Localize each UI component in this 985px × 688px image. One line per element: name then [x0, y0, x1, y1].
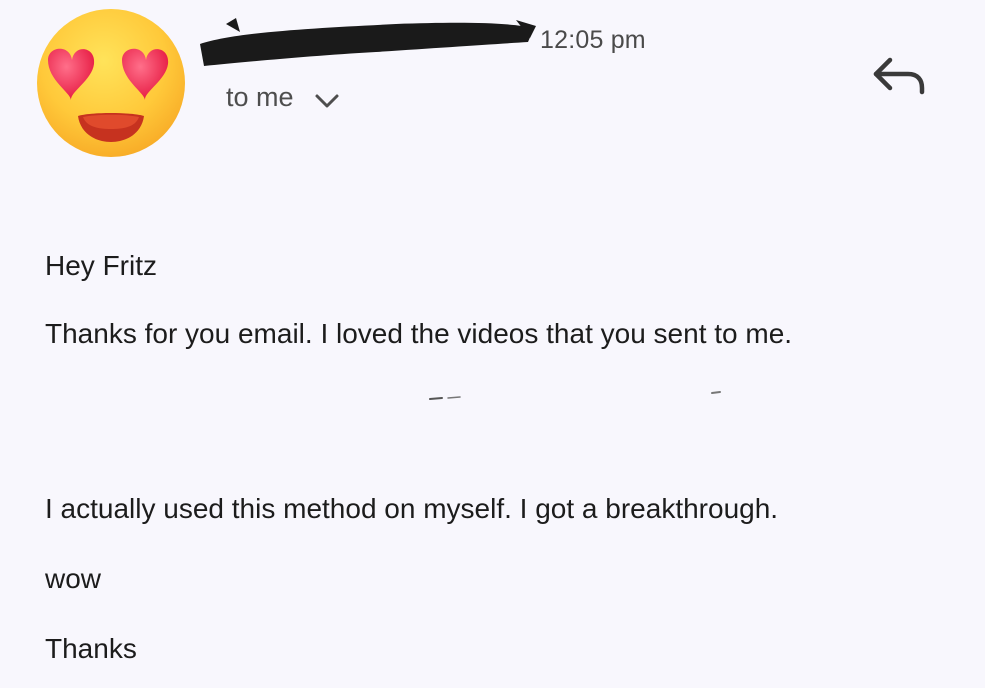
message-line: Thanks for you email. I loved the videos…: [45, 318, 793, 349]
reply-arrow-icon[interactable]: [866, 50, 930, 102]
message-line: wow: [45, 563, 102, 594]
heart-eyes-emoji-icon: [37, 9, 185, 157]
recipient-details-toggle[interactable]: to me: [226, 82, 340, 113]
redacted-sender-name: [200, 18, 536, 66]
recipient-label: to me: [226, 82, 294, 112]
redacted-text-remnant: [429, 391, 721, 400]
message-greeting: Hey Fritz: [45, 250, 157, 281]
timestamp: 12:05 pm: [540, 26, 646, 54]
chevron-down-icon: [315, 94, 339, 107]
message-signoff: Thanks: [45, 633, 137, 664]
message-line: I actually used this method on myself. I…: [45, 493, 779, 524]
